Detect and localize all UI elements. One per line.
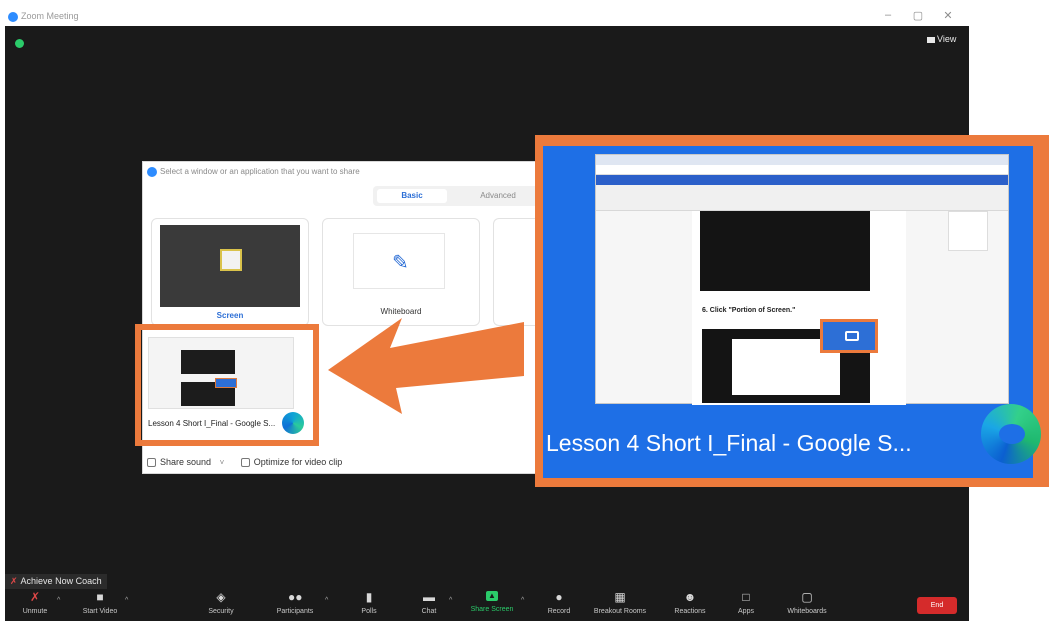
share-options: Share sound ˅ Optimize for video clip <box>147 457 343 468</box>
side-panel <box>948 211 988 251</box>
highlight-box <box>135 324 319 446</box>
pointer-arrow-icon <box>328 318 524 414</box>
record-icon: ● <box>555 590 563 604</box>
chevron-up-icon[interactable]: ^ <box>449 597 452 604</box>
optimize-video-checkbox[interactable] <box>240 458 250 468</box>
participants-label: Participants <box>276 608 314 615</box>
start-video-label: Start Video <box>82 608 118 615</box>
word-toolbar <box>596 185 1008 211</box>
browser-preview: 6. Click "Portion of Screen." <box>595 154 1009 405</box>
apps-label: Apps <box>738 608 754 615</box>
minimize-button[interactable]: – <box>882 9 894 21</box>
edge-browser-icon <box>981 404 1041 464</box>
zoom-logo-icon <box>8 12 18 22</box>
zoomed-preview: 6. Click "Portion of Screen." Lesson 4 S… <box>535 135 1049 487</box>
breakout-rooms-label: Breakout Rooms <box>593 608 647 615</box>
pen-icon: ✎ <box>392 252 409 274</box>
whiteboard-thumbnail: ✎ <box>353 233 445 289</box>
zoomed-caption: Lesson 4 Short I_Final - Google S... <box>546 430 912 456</box>
maximize-button[interactable]: ▢ <box>912 9 924 22</box>
screen-tile[interactable]: Screen <box>151 218 309 326</box>
chat-icon: ▬ <box>423 590 435 604</box>
unmute-button[interactable]: ✗ Unmute <box>13 589 57 615</box>
portion-screen-icon <box>845 331 859 341</box>
chat-button[interactable]: ▬ Chat <box>409 589 449 615</box>
portion-of-screen-popup <box>820 319 878 353</box>
participants-button[interactable]: ●● Participants <box>267 589 323 615</box>
breakout-icon: ▦ <box>614 590 626 604</box>
chevron-down-icon[interactable]: ˅ <box>220 458 225 467</box>
window-title: Zoom Meeting <box>21 11 79 21</box>
encryption-shield-icon[interactable] <box>15 39 24 48</box>
polls-icon: ▮ <box>365 590 373 604</box>
security-label: Security <box>208 608 234 615</box>
tab-basic[interactable]: Basic <box>377 189 447 203</box>
optimize-video-label: Optimize for video clip <box>253 457 343 467</box>
browser-address-bar <box>596 165 1008 175</box>
share-screen-button[interactable]: ▲ Share Screen <box>461 589 523 613</box>
share-prompt: Select a window or an application that y… <box>160 167 360 176</box>
close-button[interactable]: ✕ <box>942 9 954 22</box>
share-sound-label: Share sound <box>160 457 212 467</box>
security-button[interactable]: ◈ Security <box>201 589 241 615</box>
people-icon: ●● <box>288 590 303 604</box>
whiteboard-tile[interactable]: ✎ Whiteboard <box>322 218 480 326</box>
share-tabs: Basic Advanced <box>373 186 541 206</box>
whiteboard-icon: ▢ <box>801 590 813 604</box>
zoomed-preview-content: 6. Click "Portion of Screen." Lesson 4 S… <box>543 146 1041 478</box>
chevron-up-icon[interactable]: ^ <box>325 597 328 604</box>
tab-advanced[interactable]: Advanced <box>463 189 533 203</box>
doc-screenshot <box>700 211 870 291</box>
record-button[interactable]: ● Record <box>539 589 579 615</box>
whiteboards-button[interactable]: ▢ Whiteboards <box>779 589 835 615</box>
record-label: Record <box>547 608 571 615</box>
whiteboard-label: Whiteboard <box>380 307 422 316</box>
meeting-toolbar: ✗ Unmute ^ ■ Start Video ^ ◈ Security ●● Par… <box>5 589 969 621</box>
unmute-label: Unmute <box>22 608 48 615</box>
reactions-button[interactable]: ☻ Reactions <box>665 589 715 615</box>
shield-icon: ◈ <box>216 590 226 604</box>
end-meeting-button[interactable]: End <box>917 597 957 614</box>
share-screen-label: Share Screen <box>470 606 514 613</box>
breakout-rooms-button[interactable]: ▦ Breakout Rooms <box>587 589 653 615</box>
apps-button[interactable]: □ Apps <box>731 589 761 615</box>
doc-step-text: 6. Click "Portion of Screen." <box>702 307 796 314</box>
document-page: 6. Click "Portion of Screen." <box>692 211 906 405</box>
zoom-window: Zoom Meeting – ▢ ✕ View ✗ Achieve Now Coa… <box>0 0 1049 621</box>
screen-label: Screen <box>216 311 244 320</box>
chevron-up-icon[interactable]: ^ <box>57 597 60 604</box>
screen-thumbnail <box>160 225 300 307</box>
more-tile[interactable] <box>493 218 541 326</box>
grid-icon <box>927 36 935 43</box>
view-button[interactable]: View <box>927 34 956 44</box>
reactions-icon: ☻ <box>683 590 697 604</box>
polls-label: Polls <box>361 608 377 615</box>
chat-label: Chat <box>421 608 437 615</box>
chevron-up-icon[interactable]: ^ <box>125 597 128 604</box>
video-off-icon: ■ <box>96 590 104 604</box>
screen-thumbnail-image <box>220 249 242 271</box>
word-ribbon <box>596 175 1008 185</box>
browser-tabs <box>596 155 1008 165</box>
dialog-header: Select a window or an application that y… <box>143 162 539 184</box>
title-bar: Zoom Meeting – ▢ ✕ <box>0 0 1049 26</box>
participant-name-tag: ✗ Achieve Now Coach <box>5 574 107 589</box>
chevron-up-icon[interactable]: ^ <box>521 597 524 604</box>
share-sound-checkbox[interactable] <box>147 458 156 468</box>
reactions-label: Reactions <box>674 608 706 615</box>
start-video-button[interactable]: ■ Start Video <box>75 589 125 615</box>
participant-name: Achieve Now Coach <box>20 576 102 586</box>
mic-muted-icon: ✗ <box>29 590 41 604</box>
polls-button[interactable]: ▮ Polls <box>351 589 387 615</box>
apps-icon: □ <box>742 590 750 604</box>
view-label: View <box>937 34 957 44</box>
whiteboards-label: Whiteboards <box>787 608 827 615</box>
mic-muted-icon: ✗ <box>10 576 18 586</box>
zoom-logo-icon <box>147 167 157 177</box>
share-screen-icon: ▲ <box>486 591 498 601</box>
